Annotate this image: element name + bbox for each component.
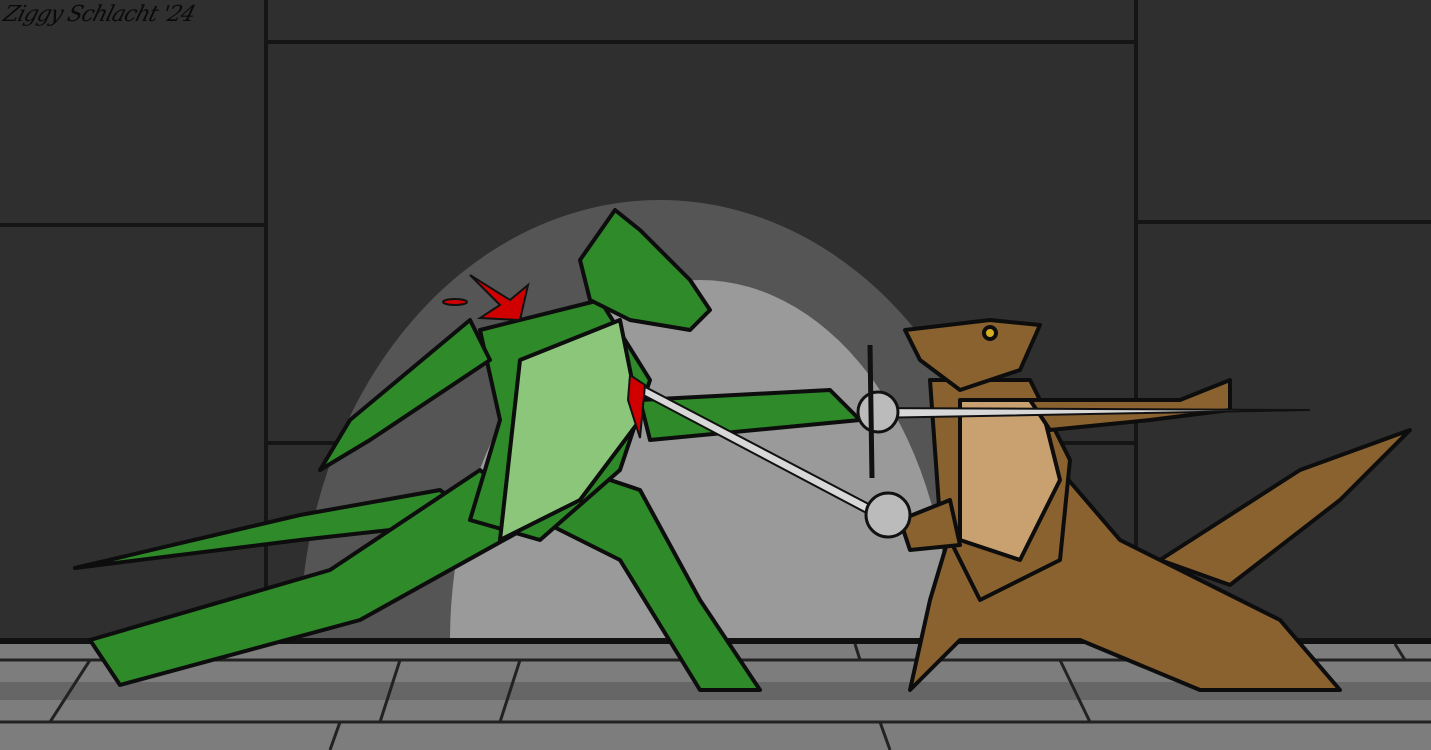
brown-lizard bbox=[898, 318, 1412, 692]
artwork-canvas: Ziggy Schlacht '24 bbox=[0, 0, 1431, 750]
brown-rapier-guard bbox=[864, 491, 912, 539]
green-rapier-guard bbox=[856, 390, 900, 434]
fencing-lizards-illustration bbox=[0, 0, 1431, 750]
artist-signature: Ziggy Schlacht '24 bbox=[0, 2, 198, 27]
